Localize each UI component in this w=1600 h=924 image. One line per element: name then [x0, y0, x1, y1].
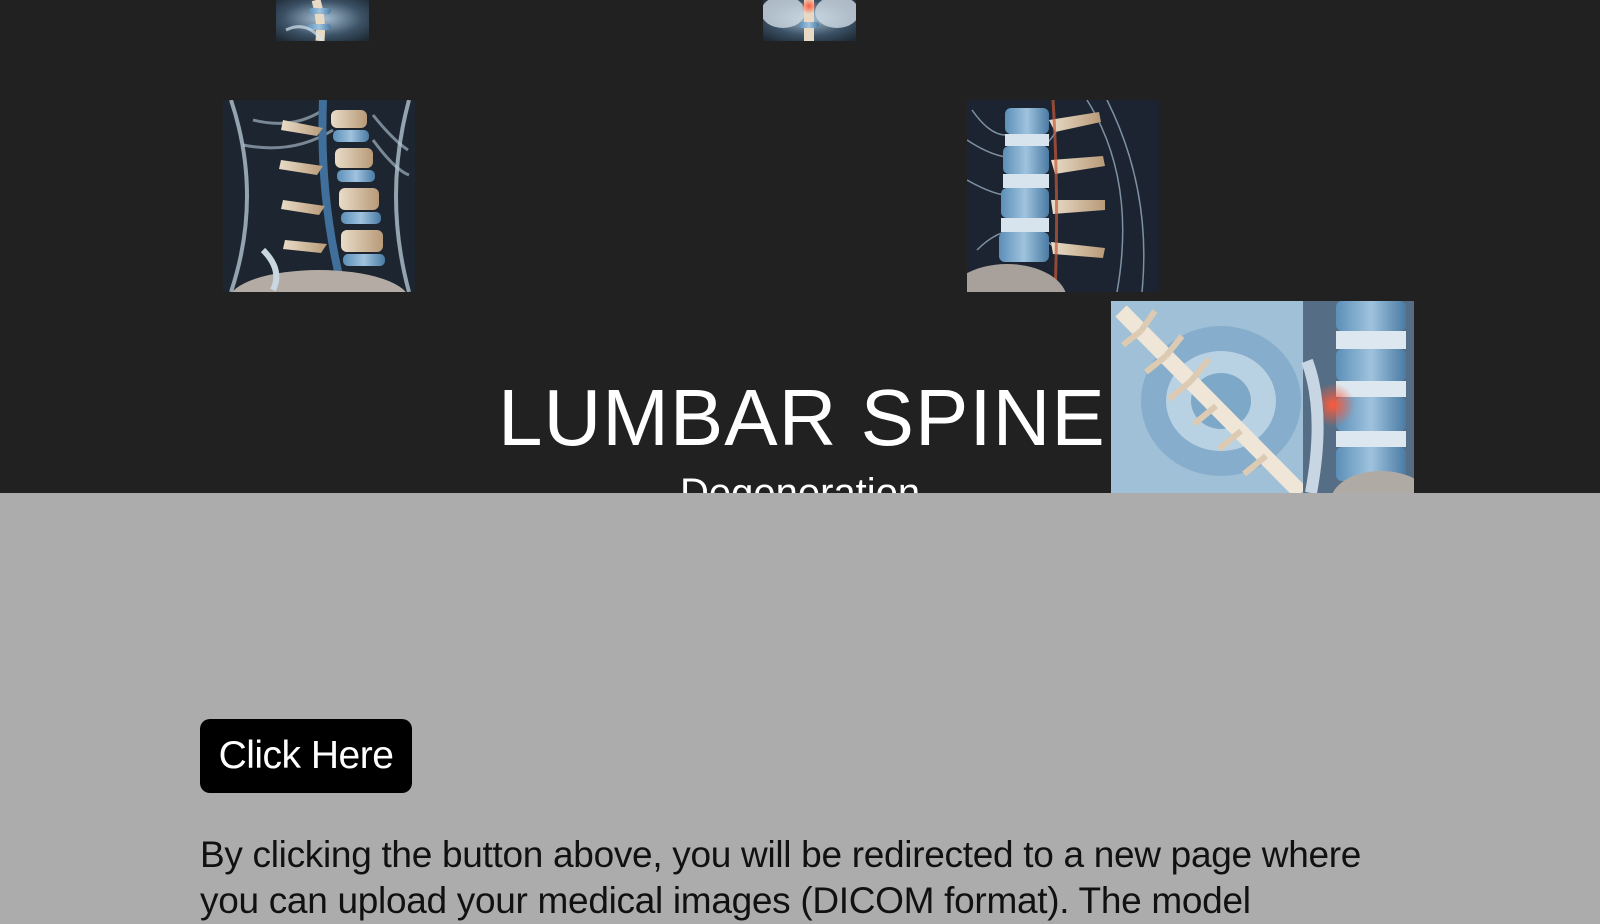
click-here-button[interactable]: Click Here: [200, 719, 412, 793]
page-title: LUMBAR SPINE: [498, 373, 1106, 462]
spine-image-left: [223, 100, 415, 292]
spine-thumb-top-left: [276, 0, 369, 41]
hero-banner: LUMBAR SPINE Degeneration: [0, 0, 1600, 493]
spine-image-right: [967, 100, 1159, 292]
page-subtitle: Degeneration: [680, 471, 921, 493]
spine-image-composite: [1111, 301, 1414, 493]
spine-thumb-top-center: [763, 0, 856, 41]
description-text: By clicking the button above, you will b…: [200, 834, 1362, 921]
